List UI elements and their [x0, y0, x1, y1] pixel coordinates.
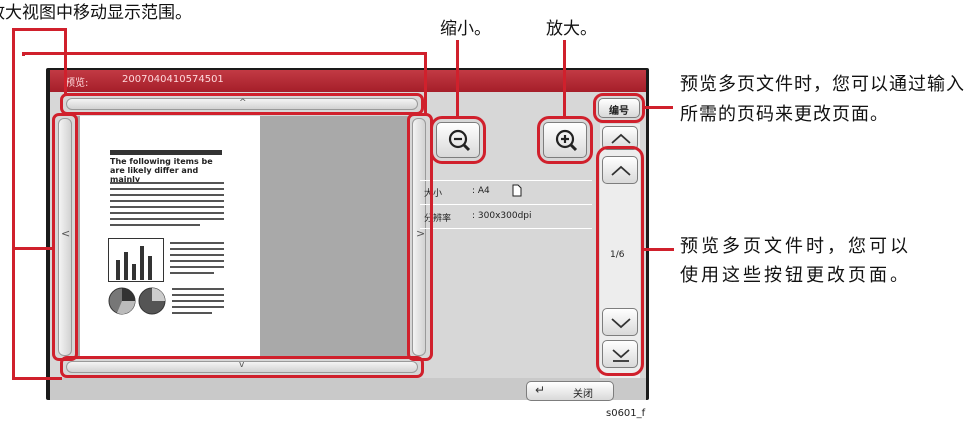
- doc-heading: The following items be are likely differ…: [110, 157, 213, 184]
- doc-line: [170, 266, 224, 268]
- connector-line: [645, 106, 673, 109]
- title-label: 预览:: [65, 78, 89, 89]
- connector-line: [563, 40, 566, 118]
- doc-line: [110, 194, 224, 196]
- doc-line: [172, 288, 224, 290]
- highlight-scroll-up: [60, 93, 424, 115]
- return-icon: ↵: [535, 383, 546, 397]
- doc-line: [110, 182, 224, 184]
- doc-line: [110, 224, 200, 226]
- doc-line: [170, 242, 224, 244]
- scroll-annotation: 放大视图中移动显示范围。: [0, 3, 192, 23]
- figure-code: s0601_f: [606, 408, 646, 419]
- close-button[interactable]: ↵ 关闭: [526, 381, 614, 401]
- doc-line: [110, 212, 224, 214]
- info-panel: 大小 : A4 分辨率 : 300x300dpi: [420, 170, 592, 360]
- size-value: : A4: [472, 186, 490, 196]
- highlight-scroll-left: [52, 113, 78, 361]
- doc-line: [172, 294, 224, 296]
- highlight-zoom-out: [430, 116, 486, 164]
- divider: [420, 180, 592, 181]
- doc-bar-chart: [108, 238, 164, 282]
- connector-line: [12, 28, 67, 31]
- doc-line: [170, 254, 224, 256]
- zoom-out-annotation: 缩小。: [440, 19, 491, 39]
- resolution-value: : 300x300dpi: [472, 211, 532, 221]
- page-preview: The following items be are likely differ…: [80, 116, 260, 356]
- divider: [420, 204, 592, 205]
- doc-line: [170, 260, 224, 262]
- title-bar: 预览: 2007040410574501: [50, 70, 646, 92]
- highlight-scroll-down: [60, 356, 424, 378]
- highlight-page-nav: [596, 146, 644, 376]
- doc-line: [110, 206, 224, 208]
- highlight-zoom-in: [537, 116, 593, 164]
- doc-line: [170, 272, 214, 274]
- zoom-in-annotation: 放大。: [546, 19, 597, 39]
- connector-line: [12, 28, 15, 380]
- connector-line: [12, 377, 62, 380]
- connector-line: [12, 247, 54, 250]
- highlight-page-number: [593, 93, 645, 123]
- doc-line: [110, 200, 224, 202]
- connector-line: [424, 52, 427, 114]
- doc-line: [170, 248, 224, 250]
- close-button-label: 关闭: [573, 389, 593, 400]
- doc-line: [110, 188, 224, 190]
- page-number-annotation: 预览多页文件时，您可以通过输入所需的页码来更改页面。: [680, 74, 965, 125]
- doc-line: [172, 300, 224, 302]
- doc-line: [172, 312, 212, 314]
- doc-line: [110, 218, 224, 220]
- doc-line: [172, 306, 224, 308]
- job-id: 2007040410574501: [122, 74, 224, 85]
- connector-line: [644, 248, 674, 251]
- connector-line: [456, 40, 459, 118]
- connector-line: [22, 52, 427, 55]
- connector-line: [64, 28, 67, 96]
- divider: [420, 228, 592, 229]
- doc-pie-charts: [108, 287, 166, 315]
- doc-top-rule: [110, 150, 222, 155]
- page-orientation-icon: [512, 184, 522, 197]
- page-buttons-annotation: 预览多页文件时，您可以使用这些按钮更改页面。: [680, 236, 911, 286]
